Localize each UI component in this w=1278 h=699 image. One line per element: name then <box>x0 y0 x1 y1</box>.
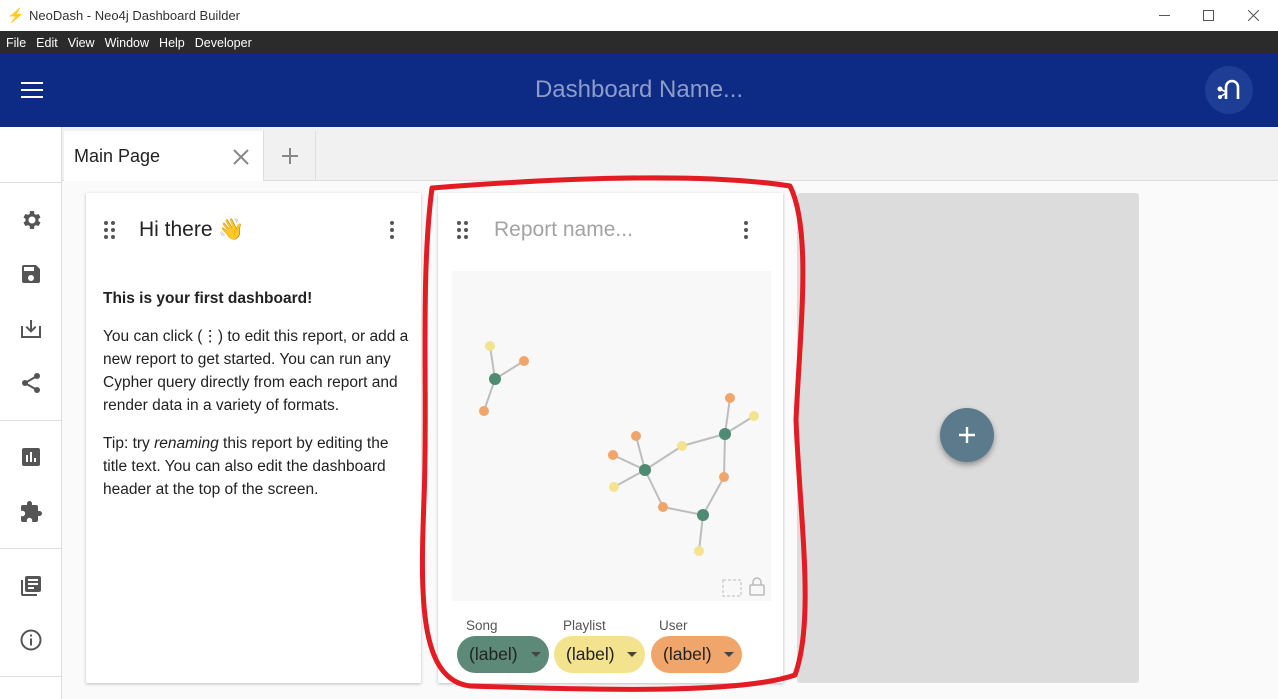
menu-window[interactable]: Window <box>105 36 149 50</box>
legend-playlist-label: Playlist <box>563 618 606 633</box>
app-header: Dashboard Name... <box>0 54 1278 127</box>
add-report-button[interactable] <box>940 408 994 462</box>
welcome-report-card: Hi there 👋 This is your first dashboard!… <box>86 193 421 683</box>
menu-edit[interactable]: Edit <box>36 36 58 50</box>
menu-view[interactable]: View <box>68 36 95 50</box>
welcome-paragraph: You can click (⋮) to edit this report, o… <box>103 328 409 414</box>
chip-value: (label) <box>663 644 712 664</box>
share-icon[interactable] <box>17 369 45 397</box>
about-icon[interactable] <box>17 626 45 654</box>
graph-visualization[interactable] <box>452 271 771 601</box>
lightning-icon: ⚡ <box>7 7 25 23</box>
dashboard-name-input[interactable]: Dashboard Name... <box>0 76 1278 104</box>
close-tab-icon[interactable] <box>232 148 250 171</box>
close-icon[interactable] <box>1230 0 1276 31</box>
menu-bar: File Edit View Window Help Developer <box>0 31 1278 54</box>
minimize-icon[interactable] <box>1141 0 1187 31</box>
chip-value: (label) <box>566 644 615 664</box>
sidebar <box>0 127 62 699</box>
add-page-button[interactable] <box>265 131 316 181</box>
save-icon[interactable] <box>17 260 45 288</box>
more-options-icon[interactable] <box>743 221 749 241</box>
more-options-icon[interactable] <box>389 221 395 241</box>
song-label-select[interactable]: (label) <box>457 636 549 673</box>
fullscreen-icon[interactable] <box>722 579 742 602</box>
neo4j-logo-icon[interactable] <box>1205 66 1253 114</box>
drag-handle-icon[interactable] <box>457 221 471 241</box>
welcome-heading: This is your first dashboard! <box>103 290 313 307</box>
maximize-icon[interactable] <box>1185 0 1231 31</box>
window-title: NeoDash - Neo4j Dashboard Builder <box>29 8 241 23</box>
page-tabs: Main Page <box>62 127 1278 181</box>
documentation-icon[interactable] <box>17 572 45 600</box>
legend-user-label: User <box>659 618 688 633</box>
user-label-select[interactable]: (label) <box>651 636 742 673</box>
report-name-input[interactable]: Report name... <box>494 218 633 242</box>
chevron-down-icon <box>531 652 541 657</box>
report-title[interactable]: Hi there 👋 <box>139 218 245 242</box>
tip-prefix: Tip: try <box>103 435 155 452</box>
chevron-down-icon <box>627 652 637 657</box>
menu-help[interactable]: Help <box>159 36 185 50</box>
menu-developer[interactable]: Developer <box>195 36 252 50</box>
examples-icon[interactable] <box>17 443 45 471</box>
plus-icon <box>282 148 298 164</box>
lock-icon[interactable] <box>749 576 765 601</box>
chevron-down-icon <box>724 652 734 657</box>
load-icon[interactable] <box>17 315 45 343</box>
welcome-tip: Tip: try renaming this report by editing… <box>103 432 413 501</box>
legend-song-label: Song <box>466 618 498 633</box>
graph-network[interactable] <box>452 271 771 601</box>
tab-label: Main Page <box>74 146 161 166</box>
menu-file[interactable]: File <box>6 36 26 50</box>
tip-emphasis: renaming <box>154 435 219 452</box>
playlist-label-select[interactable]: (label) <box>554 636 645 673</box>
window-titlebar: ⚡ NeoDash - Neo4j Dashboard Builder <box>0 0 1278 31</box>
settings-icon[interactable] <box>17 206 45 234</box>
plus-icon <box>959 427 975 443</box>
tab-main-page[interactable]: Main Page <box>64 131 264 181</box>
chip-value: (label) <box>469 644 518 664</box>
graph-report-card: Report name... Song Playlist User (label… <box>438 193 783 683</box>
extensions-icon[interactable] <box>17 498 45 526</box>
drag-handle-icon[interactable] <box>104 221 118 241</box>
